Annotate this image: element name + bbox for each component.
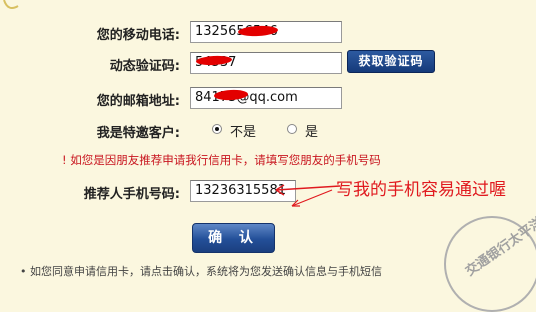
- confirm-button[interactable]: 确 认: [192, 223, 275, 253]
- option-not-label: 不是: [230, 125, 257, 140]
- footer-note: • 如您同意申请信用卡，请点击确认，系统将为您发送确认信息与手机短信: [20, 265, 382, 278]
- radio-not[interactable]: [212, 124, 222, 134]
- hook-icon: [3, 0, 19, 9]
- watermark-text: 交通银行太平洋: [463, 214, 536, 280]
- invited-label: 我是特邀客户:: [96, 126, 180, 141]
- radio-yes[interactable]: [287, 124, 297, 134]
- referral-hint: ! 如您是因朋友推荐申请我行信用卡，请填写您朋友的手机号码: [62, 153, 381, 167]
- annotation-arrow: [275, 184, 341, 207]
- email-input[interactable]: 84173@qq.com: [190, 87, 342, 109]
- phone-label: 您的移动电话:: [96, 28, 180, 43]
- watermark-stamp: 交通银行太平洋: [444, 215, 536, 312]
- referrer-label: 推荐人手机号码:: [83, 187, 180, 202]
- email-label: 您的邮箱地址:: [96, 94, 180, 109]
- get-code-button[interactable]: 获取验证码: [347, 50, 435, 73]
- option-yes-label: 是: [305, 125, 319, 140]
- code-label: 动态验证码:: [109, 59, 180, 74]
- annotation-text: 写我的手机容易通过喔: [336, 180, 506, 200]
